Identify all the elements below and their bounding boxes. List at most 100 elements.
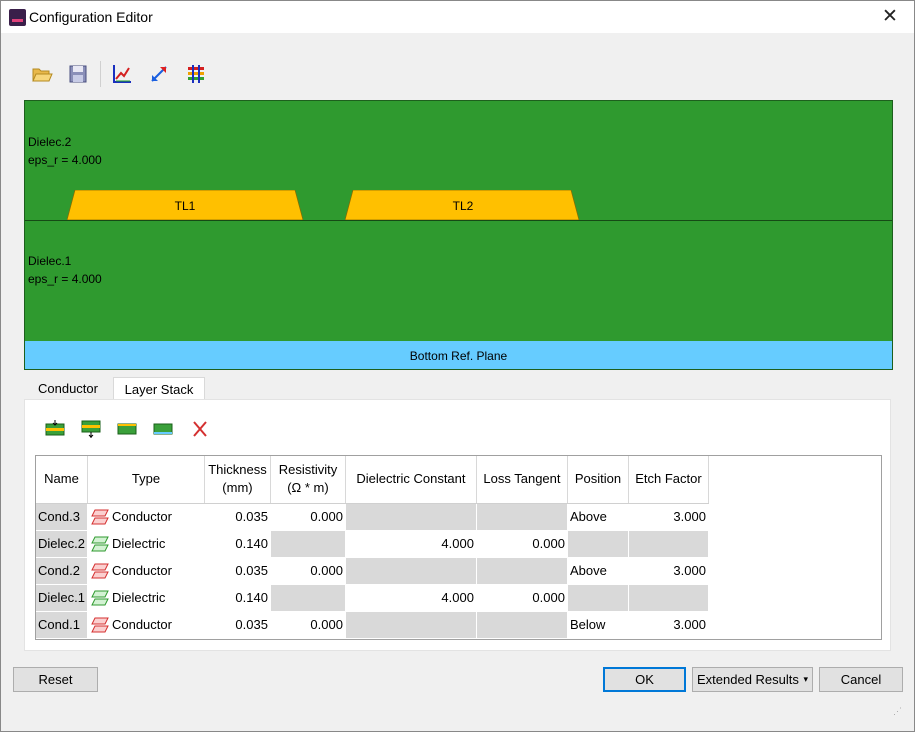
insert-layer-above-icon[interactable] — [45, 420, 65, 438]
delete-layer-icon[interactable] — [190, 420, 210, 438]
extended-results-button[interactable]: Extended Results ▾ — [692, 667, 813, 692]
col-resistivity-line2: (Ω * m) — [287, 480, 329, 496]
table-header-row: Name Type Thickness (mm) Resistivity (Ω … — [36, 456, 709, 504]
trace-tl1[interactable]: TL1 — [67, 190, 303, 220]
row-position[interactable]: Above — [567, 557, 629, 585]
row-thickness[interactable]: 0.035 — [204, 611, 271, 639]
dielec2-eps: eps_r = 4.000 — [28, 153, 102, 167]
layers-grid-icon[interactable] — [185, 63, 207, 85]
row-etch-factor — [628, 584, 709, 612]
save-icon[interactable] — [67, 63, 89, 85]
insert-layer-below-icon[interactable] — [81, 420, 101, 438]
row-dielectric-constant[interactable]: 4.000 — [345, 530, 477, 558]
dielec2-name: Dielec.2 — [28, 135, 72, 149]
col-etch-factor[interactable]: Etch Factor — [628, 456, 709, 504]
resize-grip-icon[interactable]: ⋰ — [893, 706, 902, 717]
row-dielectric-constant[interactable]: 4.000 — [345, 584, 477, 612]
row-name[interactable]: Cond.2 — [36, 557, 88, 585]
tab-conductor[interactable]: Conductor — [24, 377, 112, 400]
dielec2-label: Dielec.2 eps_r = 4.000 — [28, 133, 102, 169]
dropdown-arrow-icon: ▾ — [803, 674, 808, 684]
row-type[interactable]: Dielectric — [87, 530, 205, 558]
trace-tl2-label: TL2 — [452, 199, 474, 213]
row-type[interactable]: Conductor — [87, 557, 205, 585]
add-dielectric-layer-icon[interactable] — [117, 420, 137, 438]
row-loss-tangent[interactable]: 0.000 — [476, 530, 568, 558]
extended-results-label: Extended Results — [697, 672, 799, 687]
reset-button[interactable]: Reset — [13, 667, 98, 692]
row-resistivity — [270, 530, 346, 558]
row-thickness[interactable]: 0.140 — [204, 584, 271, 612]
stackup-view: Dielec.2 eps_r = 4.000 TL1 TL2 Dielec.1 … — [24, 100, 893, 370]
col-dielectric-constant[interactable]: Dielectric Constant — [345, 456, 477, 504]
dielec1-label: Dielec.1 eps_r = 4.000 — [28, 252, 102, 288]
row-thickness[interactable]: 0.140 — [204, 530, 271, 558]
row-dielectric-constant — [345, 557, 477, 585]
col-position[interactable]: Position — [567, 456, 629, 504]
configuration-editor-window: Configuration Editor ✕ Dielec.2 eps_r = … — [0, 0, 915, 732]
toolbar-separator — [100, 61, 101, 87]
row-resistivity[interactable]: 0.000 — [270, 557, 346, 585]
row-type[interactable]: Conductor — [87, 503, 205, 531]
table-row[interactable]: Cond.2 Conductor 0.035 0.000 Above 3.000 — [36, 557, 709, 585]
row-name[interactable]: Dielec.2 — [36, 530, 88, 558]
add-conductor-layer-icon[interactable] — [153, 420, 173, 438]
row-position[interactable]: Above — [567, 503, 629, 531]
dielectric-icon — [91, 590, 109, 605]
col-thickness[interactable]: Thickness (mm) — [204, 456, 271, 504]
layer-stack-panel: Name Type Thickness (mm) Resistivity (Ω … — [24, 399, 891, 651]
col-resistivity-line1: Resistivity — [278, 462, 338, 478]
trace-tl1-label: TL1 — [174, 199, 196, 213]
expand-arrows-icon[interactable] — [148, 63, 170, 85]
app-icon — [9, 9, 26, 26]
row-dielectric-constant — [345, 611, 477, 639]
close-icon[interactable]: ✕ — [878, 4, 902, 30]
row-loss-tangent[interactable]: 0.000 — [476, 584, 568, 612]
open-folder-icon[interactable] — [31, 63, 53, 85]
conductor-icon — [91, 617, 109, 632]
axes-icon[interactable] — [111, 63, 133, 85]
col-resistivity[interactable]: Resistivity (Ω * m) — [270, 456, 346, 504]
row-type[interactable]: Dielectric — [87, 584, 205, 612]
table-row[interactable]: Dielec.1 Dielectric 0.140 4.000 0.000 — [36, 584, 709, 612]
row-etch-factor[interactable]: 3.000 — [628, 557, 709, 585]
row-position — [567, 530, 629, 558]
tab-layer-stack[interactable]: Layer Stack — [113, 377, 205, 401]
ok-button[interactable]: OK — [603, 667, 686, 692]
row-loss-tangent — [476, 557, 568, 585]
row-name[interactable]: Dielec.1 — [36, 584, 88, 612]
dielec1-eps: eps_r = 4.000 — [28, 272, 102, 286]
row-type-label: Dielectric — [111, 536, 166, 551]
col-name[interactable]: Name — [36, 456, 88, 504]
row-position[interactable]: Below — [567, 611, 629, 639]
row-type-label: Conductor — [111, 563, 172, 578]
conductor-icon — [91, 509, 109, 524]
window-title: Configuration Editor — [29, 9, 153, 25]
row-etch-factor[interactable]: 3.000 — [628, 503, 709, 531]
row-name[interactable]: Cond.3 — [36, 503, 88, 531]
row-dielectric-constant — [345, 503, 477, 531]
row-loss-tangent — [476, 611, 568, 639]
dielectric-icon — [91, 536, 109, 551]
row-type[interactable]: Conductor — [87, 611, 205, 639]
row-resistivity — [270, 584, 346, 612]
row-loss-tangent — [476, 503, 568, 531]
row-position — [567, 584, 629, 612]
col-type[interactable]: Type — [87, 456, 205, 504]
cancel-button[interactable]: Cancel — [819, 667, 903, 692]
row-type-label: Conductor — [111, 617, 172, 632]
dielec1-name: Dielec.1 — [28, 254, 72, 268]
row-name[interactable]: Cond.1 — [36, 611, 88, 639]
col-loss-tangent[interactable]: Loss Tangent — [476, 456, 568, 504]
row-etch-factor[interactable]: 3.000 — [628, 611, 709, 639]
table-row[interactable]: Cond.1 Conductor 0.035 0.000 Below 3.000 — [36, 611, 709, 639]
row-etch-factor — [628, 530, 709, 558]
row-thickness[interactable]: 0.035 — [204, 557, 271, 585]
trace-tl2[interactable]: TL2 — [345, 190, 581, 220]
row-thickness[interactable]: 0.035 — [204, 503, 271, 531]
layer-table: Name Type Thickness (mm) Resistivity (Ω … — [36, 456, 709, 639]
table-row[interactable]: Dielec.2 Dielectric 0.140 4.000 0.000 — [36, 530, 709, 558]
row-resistivity[interactable]: 0.000 — [270, 503, 346, 531]
row-resistivity[interactable]: 0.000 — [270, 611, 346, 639]
table-row[interactable]: Cond.3 Conductor 0.035 0.000 Above 3.000 — [36, 503, 709, 531]
